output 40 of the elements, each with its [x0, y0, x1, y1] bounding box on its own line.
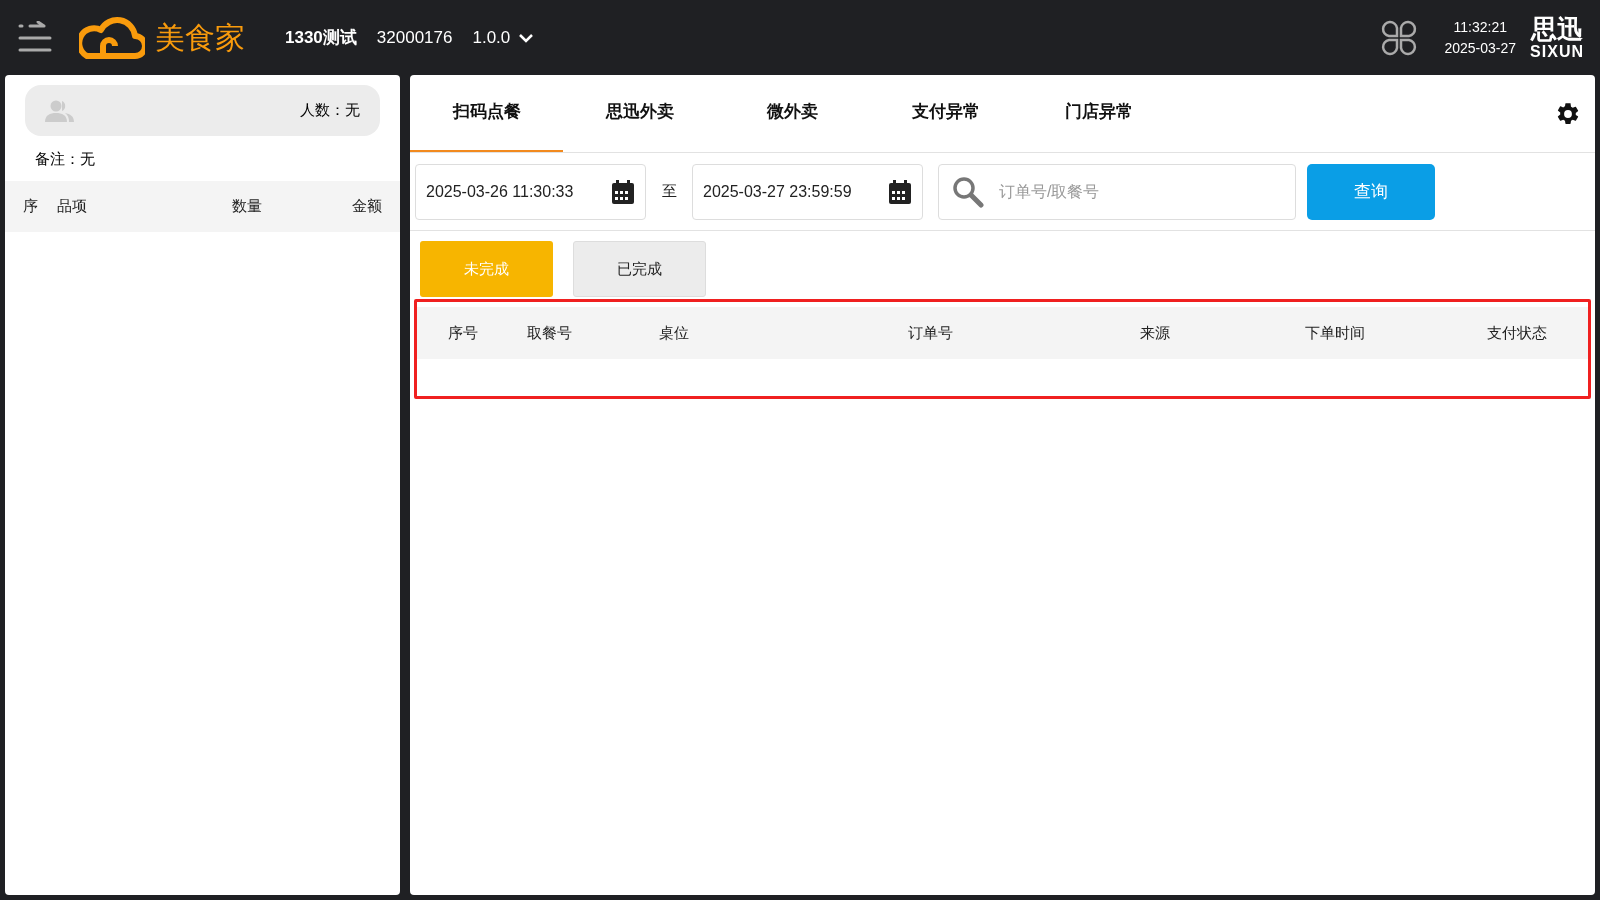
column-header: 来源	[1138, 322, 1171, 343]
calendar-icon[interactable]	[888, 178, 912, 205]
store-name: 1330测试	[285, 26, 357, 49]
column-header: 数量	[232, 195, 263, 216]
guest-count: 人数：无	[300, 100, 360, 121]
menu-icon[interactable]	[16, 20, 54, 55]
tab[interactable]: 思迅外卖	[563, 74, 716, 152]
column-header: 桌位	[658, 322, 690, 343]
column-header: 支付状态	[1486, 322, 1548, 343]
range-separator: 至	[660, 181, 678, 202]
clock-time: 11:32:21	[1453, 17, 1507, 37]
search-field[interactable]: 订单号/取餐号	[938, 163, 1296, 220]
vendor-logo-latin: SIXUN	[1530, 43, 1584, 60]
version-dropdown[interactable]: 1.0.0	[472, 24, 535, 51]
apps-icon[interactable]	[1380, 18, 1419, 57]
start-date-field[interactable]: 2025-03-26 11:30:33	[415, 163, 646, 220]
column-header: 品项	[57, 195, 88, 216]
clock-date: 2025-03-27	[1444, 38, 1517, 58]
store-code: 32000176	[376, 26, 453, 49]
chevron-down-icon	[518, 32, 535, 43]
column-header: 订单号	[906, 322, 954, 343]
tab[interactable]: 微外卖	[716, 74, 869, 152]
column-header: 序	[23, 195, 39, 216]
cloud-logo-icon	[79, 15, 145, 60]
search-icon	[952, 175, 984, 208]
calendar-icon[interactable]	[611, 178, 635, 205]
order-note: 备注：无	[35, 149, 95, 169]
tab[interactable]: 扫码点餐	[410, 74, 563, 152]
column-header: 金额	[351, 195, 382, 216]
column-header: 取餐号	[525, 322, 573, 343]
people-icon	[45, 99, 75, 122]
tab[interactable]: 门店异常	[1022, 74, 1175, 152]
brand-name: 美食家	[155, 20, 245, 56]
column-header: 下单时间	[1304, 322, 1366, 343]
settings-icon[interactable]	[1555, 100, 1581, 127]
column-header: 序号	[447, 322, 479, 343]
end-date-field[interactable]: 2025-03-27 23:59:59	[692, 163, 923, 220]
tab[interactable]: 支付异常	[869, 74, 1022, 152]
vendor-logo-text: 思迅	[1531, 15, 1584, 42]
status-filter-button[interactable]: 已完成	[573, 241, 706, 297]
